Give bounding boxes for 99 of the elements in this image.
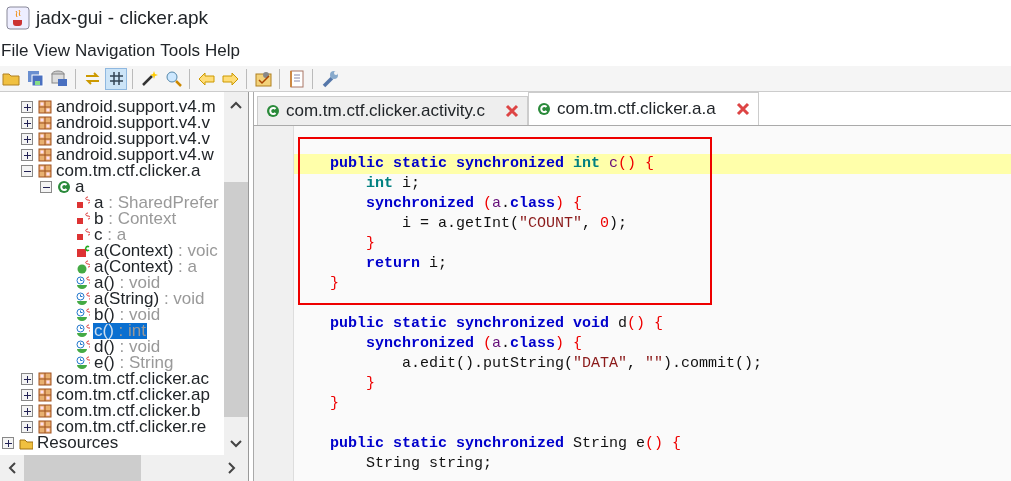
tree-item[interactable]: com.tm.ctf.clicker.ac [55,371,211,387]
search-icon [163,69,183,88]
package-icon [38,420,52,434]
tree-item[interactable]: b : Context [93,211,178,227]
plus-icon [22,406,32,416]
field-icon [76,212,90,226]
tab[interactable]: com.tm.ctf.clicker.activity.c [257,96,528,125]
certificate-icon [253,69,273,88]
code-line: String string; [365,454,494,474]
folder-icon [19,436,33,450]
tree-item[interactable]: a(String) : void [93,291,206,307]
menu-item[interactable]: Navigation [73,38,160,64]
code-line: } [329,394,340,414]
field-icon [76,196,90,210]
plus-icon [22,422,32,432]
package-icon [38,388,52,402]
tree-item[interactable]: c() : int [93,323,147,339]
package-icon [38,100,52,114]
toggle-button[interactable] [21,165,33,177]
tab[interactable]: com.tm.ctf.clicker.a.a [528,92,759,125]
method-icon [76,340,90,354]
tree-item[interactable]: e() : String [93,355,175,371]
close-icon[interactable] [735,102,750,116]
plus-icon [22,150,32,160]
plus-icon [22,374,32,384]
plus-icon [22,102,32,112]
code-line: } [365,374,376,394]
toggle-button[interactable] [21,421,33,433]
tree-item[interactable]: Resources [36,435,120,451]
code-line: i = a.getInt("COUNT", 0); [401,214,629,234]
field-icon [76,228,90,242]
method-icon [76,308,90,322]
code-line: synchronized (a.class) { [365,334,584,354]
code-line: a.edit().putString("DATA", "").commit(); [401,354,764,374]
plus-icon [3,438,13,448]
code-line: synchronized (a.class) { [365,194,584,214]
toggle-button[interactable] [21,149,33,161]
method-icon [76,324,90,338]
package-icon [38,116,52,130]
menu-item[interactable]: File [0,38,33,64]
tree-item[interactable]: com.tm.ctf.clicker.re [55,419,208,435]
tree-item[interactable]: a(Context) : a [93,259,198,275]
java-icon [6,6,30,30]
package-icon [38,372,52,386]
package-icon [38,164,52,178]
vertical-scrollbar[interactable] [224,92,248,455]
disk-icon [49,69,69,88]
toggle-button[interactable] [21,405,33,417]
toggle-button[interactable] [40,181,52,193]
window-title: jadx-gui - clicker.apk [36,5,209,30]
code-line: } [329,274,340,294]
package-icon [38,132,52,146]
menu-item[interactable]: View [32,38,74,64]
tree-item[interactable]: com.tm.ctf.clicker.ap [55,387,211,403]
tree-item[interactable]: com.tm.ctf.clicker.a [55,163,202,179]
method-icon [76,356,90,370]
tree-item[interactable]: a [74,179,86,195]
method-icon [76,260,90,274]
package-icon [38,404,52,418]
toolbar-button[interactable] [105,67,127,90]
horizontal-scrollbar[interactable] [0,455,248,481]
tree-item[interactable]: a() : void [93,275,162,291]
plus-icon [22,390,32,400]
floppy-disks-icon [25,69,45,88]
code-line: public static synchronized String e() { [329,434,683,454]
toggle-button[interactable] [21,117,33,129]
menu-item[interactable]: Tools [159,38,204,64]
class-icon [537,102,551,116]
method-icon [76,276,90,290]
menu-item[interactable]: Help [203,38,244,64]
constructor-icon [76,244,90,258]
tree-item[interactable]: c : a [93,227,128,243]
toggle-button[interactable] [21,101,33,113]
code-line: int i; [365,174,422,194]
toggle-button[interactable] [21,133,33,145]
tree-item[interactable]: a : SharedPrefer [93,195,220,211]
close-icon[interactable] [505,104,519,118]
tree-item[interactable]: b() : void [93,307,162,323]
scrollbar-thumb[interactable] [24,455,141,481]
toggle-button[interactable] [21,389,33,401]
toggle-button[interactable] [2,437,14,449]
tree-item[interactable]: a(Context) : voic [93,243,219,259]
class-icon [266,104,280,118]
plus-icon [22,134,32,144]
tree-item[interactable]: android.support.v4.w [55,147,215,163]
code-line: return i; [365,254,449,274]
tree-item[interactable]: d() : void [93,339,162,355]
tree-item[interactable]: android.support.v4.v [55,115,212,131]
tree-item[interactable]: android.support.v4.v [55,131,212,147]
tree-item[interactable]: android.support.v4.m [55,99,217,115]
toggle-button[interactable] [21,373,33,385]
code-line: } [365,234,376,254]
code-line: public static synchronized void d() { [329,314,665,334]
tree-item[interactable]: com.tm.ctf.clicker.b [55,403,202,419]
method-icon [76,292,90,306]
scrollbar-thumb[interactable] [224,182,248,417]
class-icon [57,180,71,194]
plus-icon [22,118,32,128]
package-icon [38,148,52,162]
